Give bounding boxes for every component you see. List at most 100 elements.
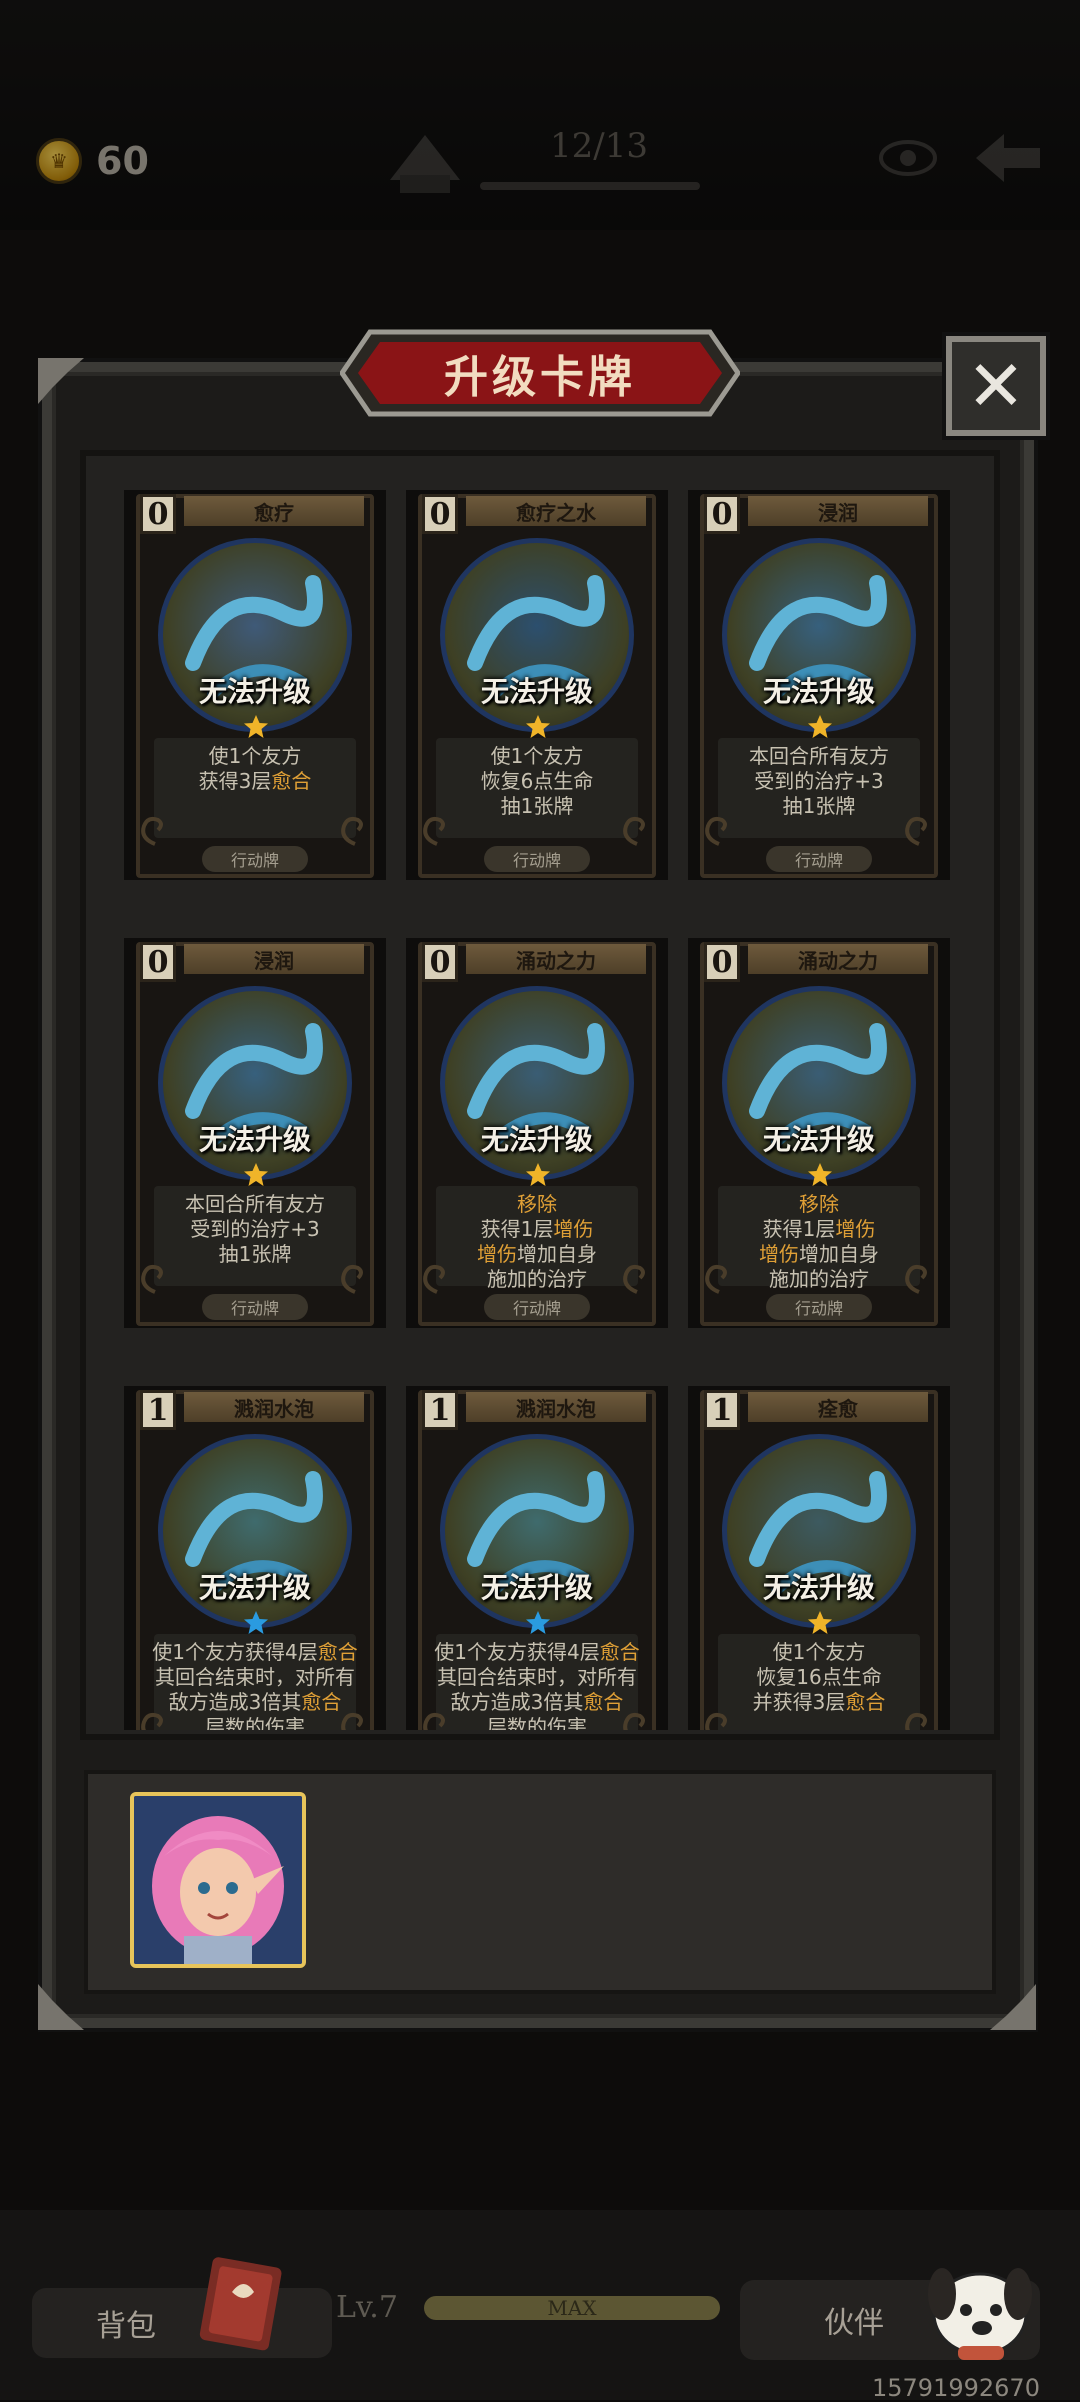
card-description: 使1个友方 恢复6点生命 抽1张牌 (428, 744, 646, 819)
description-line: 获得1层增伤 (710, 1217, 928, 1242)
description-line: 受到的治疗+3 (710, 769, 928, 794)
card-swirl-ornament (623, 1712, 645, 1730)
description-line: 施加的治疗 (428, 1267, 646, 1292)
card-description: 本回合所有友方 受到的治疗+3 抽1张牌 (146, 1192, 364, 1267)
card-swirl-ornament (423, 1264, 445, 1294)
card-swirl-ornament (141, 1712, 163, 1730)
upgrade-card[interactable]: 痊愈 1 无法升级 使1个友方 恢复16点生命 并获得3层愈合 (688, 1386, 950, 1730)
description-line: 敌方造成3倍其愈合 (146, 1690, 364, 1715)
rarity-star-icon (244, 1163, 268, 1186)
description-line: 增伤增加自身 (428, 1242, 646, 1267)
corner-ornament (38, 1984, 84, 2030)
backpack-book-icon (199, 2257, 282, 2351)
description-line: 抽1张牌 (428, 794, 646, 819)
card-name: 溅润水泡 (466, 1392, 646, 1422)
card-type-label: 行动牌 (766, 846, 872, 872)
card-swirl-ornament (423, 1712, 445, 1730)
rarity-star-icon (526, 1163, 550, 1186)
description-text: 施加的治疗 (487, 1267, 587, 1291)
description-line: 其回合结束时，对所有 (146, 1665, 364, 1690)
card-name: 涌动之力 (466, 944, 646, 974)
card-type-label: 行动牌 (202, 1294, 308, 1320)
description-line: 层数的伤害 (428, 1715, 646, 1730)
character-portrait[interactable] (130, 1792, 306, 1968)
card-description: 本回合所有友方 受到的治疗+3 抽1张牌 (710, 744, 928, 819)
description-text: 恢复16点生命 (756, 1665, 882, 1689)
description-line: 获得1层增伤 (428, 1217, 646, 1242)
card-name: 浸润 (748, 496, 928, 526)
description-line: 增伤增加自身 (710, 1242, 928, 1267)
player-level: Lv.7 (336, 2290, 398, 2325)
card-cost: 1 (422, 1390, 458, 1430)
rarity-star-icon (244, 1611, 268, 1634)
card-swirl-ornament (423, 816, 445, 846)
description-text: 获得1层 (762, 1217, 836, 1241)
upgrade-card[interactable]: 溅润水泡 1 无法升级使1个友方获得4层愈合 其回合结束时，对所有 敌方造成3倍其愈合层… (406, 1386, 668, 1730)
description-line: 使1个友方 (428, 744, 646, 769)
description-text: 使1个友方获得4层 (152, 1640, 318, 1664)
upgrade-card[interactable]: 浸润 0 无法升级 本回合所有友方 受到的治疗+3 抽1张牌 行动牌 (124, 938, 386, 1328)
close-icon: ✕ (966, 345, 1026, 427)
close-button[interactable]: ✕ (946, 336, 1046, 436)
modal-title: 升级卡牌 (444, 352, 636, 403)
description-line: 移除 (428, 1192, 646, 1217)
keyword-highlight: 增伤 (835, 1217, 876, 1241)
keyword-highlight: 愈合 (317, 1640, 358, 1664)
description-line: 其回合结束时，对所有 (428, 1665, 646, 1690)
card-type-label: 行动牌 (484, 846, 590, 872)
description-line: 获得3层愈合 (146, 769, 364, 794)
description-line: 施加的治疗 (710, 1267, 928, 1292)
description-text: 获得1层 (480, 1217, 554, 1241)
rarity-star-icon (808, 715, 832, 738)
dim-overlay (0, 0, 1080, 230)
description-text: 受到的治疗+3 (190, 1217, 320, 1241)
card-name: 涌动之力 (748, 944, 928, 974)
card-name: 溅润水泡 (184, 1392, 364, 1422)
description-text: 敌方造成3倍其 (450, 1690, 584, 1714)
description-line: 并获得3层愈合 (710, 1690, 928, 1715)
keyword-highlight: 移除 (517, 1192, 557, 1216)
description-line: 恢复16点生命 (710, 1665, 928, 1690)
upgrade-card[interactable]: 涌动之力 0 无法升级 移除 获得1层增伤 增伤增加自身 施加的治疗 行动牌 (688, 938, 950, 1328)
upgrade-card[interactable]: 愈疗之水 0 无法升级 使1个友方 恢复6点生命 抽1张牌 行动牌 (406, 490, 668, 880)
description-text: 其回合结束时，对所有 (155, 1665, 355, 1689)
description-line: 移除 (710, 1192, 928, 1217)
upgrade-card[interactable]: 溅润水泡 1 无法升级 使1个友方获得4层愈合 其回合结束时，对所有 敌方造成3倍其愈合层… (124, 1386, 386, 1730)
card-swirl-ornament (623, 1264, 645, 1294)
description-text: 使1个友方获得4层 (434, 1640, 600, 1664)
description-line: 本回合所有友方 (146, 1192, 364, 1217)
card-swirl-ornament (141, 816, 163, 846)
description-text: 恢复6点生命 (480, 769, 594, 793)
description-line: 抽1张牌 (710, 794, 928, 819)
card-description: 使1个友方获得4层愈合 其回合结束时，对所有 敌方造成3倍其愈合 层数的伤害 (428, 1640, 646, 1730)
card-swirl-ornament (623, 816, 645, 846)
description-line: 敌方造成3倍其愈合 (428, 1690, 646, 1715)
card-cost: 0 (140, 942, 176, 982)
card-cost: 1 (704, 1390, 740, 1430)
upgrade-card[interactable]: 涌动之力 0 无法升级 移除 获得1层增伤 增伤增加自身 施加的治疗 行动牌 (406, 938, 668, 1328)
card-description: 使1个友方 获得3层愈合 (146, 744, 364, 794)
card-swirl-ornament (141, 1264, 163, 1294)
cannot-upgrade-label: 无法升级 (762, 1571, 875, 1604)
upgrade-card[interactable]: 愈疗 0 无法升级 使1个友方 获得3层愈合 行动牌 (124, 490, 386, 880)
description-line: 使1个友方 (710, 1640, 928, 1665)
keyword-highlight: 愈合 (271, 769, 312, 793)
keyword-highlight: 愈合 (583, 1690, 624, 1714)
rarity-star-icon (526, 1611, 550, 1634)
keyword-highlight: 增伤 (477, 1242, 517, 1266)
top-bar: ♛ 60 12/13 (0, 0, 1080, 230)
cannot-upgrade-label: 无法升级 (480, 1571, 593, 1604)
keyword-highlight: 增伤 (759, 1242, 799, 1266)
card-name: 愈疗 (184, 496, 364, 526)
card-swirl-ornament (905, 1264, 927, 1294)
card-type-label: 行动牌 (202, 846, 308, 872)
description-line: 使1个友方 (146, 744, 364, 769)
description-text: 本回合所有友方 (185, 1192, 325, 1216)
cannot-upgrade-label: 无法升级 (480, 675, 593, 708)
card-cost: 0 (704, 942, 740, 982)
upgrade-card[interactable]: 浸润 0 无法升级 本回合所有友方 受到的治疗+3 抽1张牌 行动牌 (688, 490, 950, 880)
description-text: 增加自身 (799, 1242, 879, 1266)
title-banner: 升级卡牌 (338, 328, 742, 418)
experience-label: MAX (547, 2296, 597, 2320)
card-swirl-ornament (905, 816, 927, 846)
